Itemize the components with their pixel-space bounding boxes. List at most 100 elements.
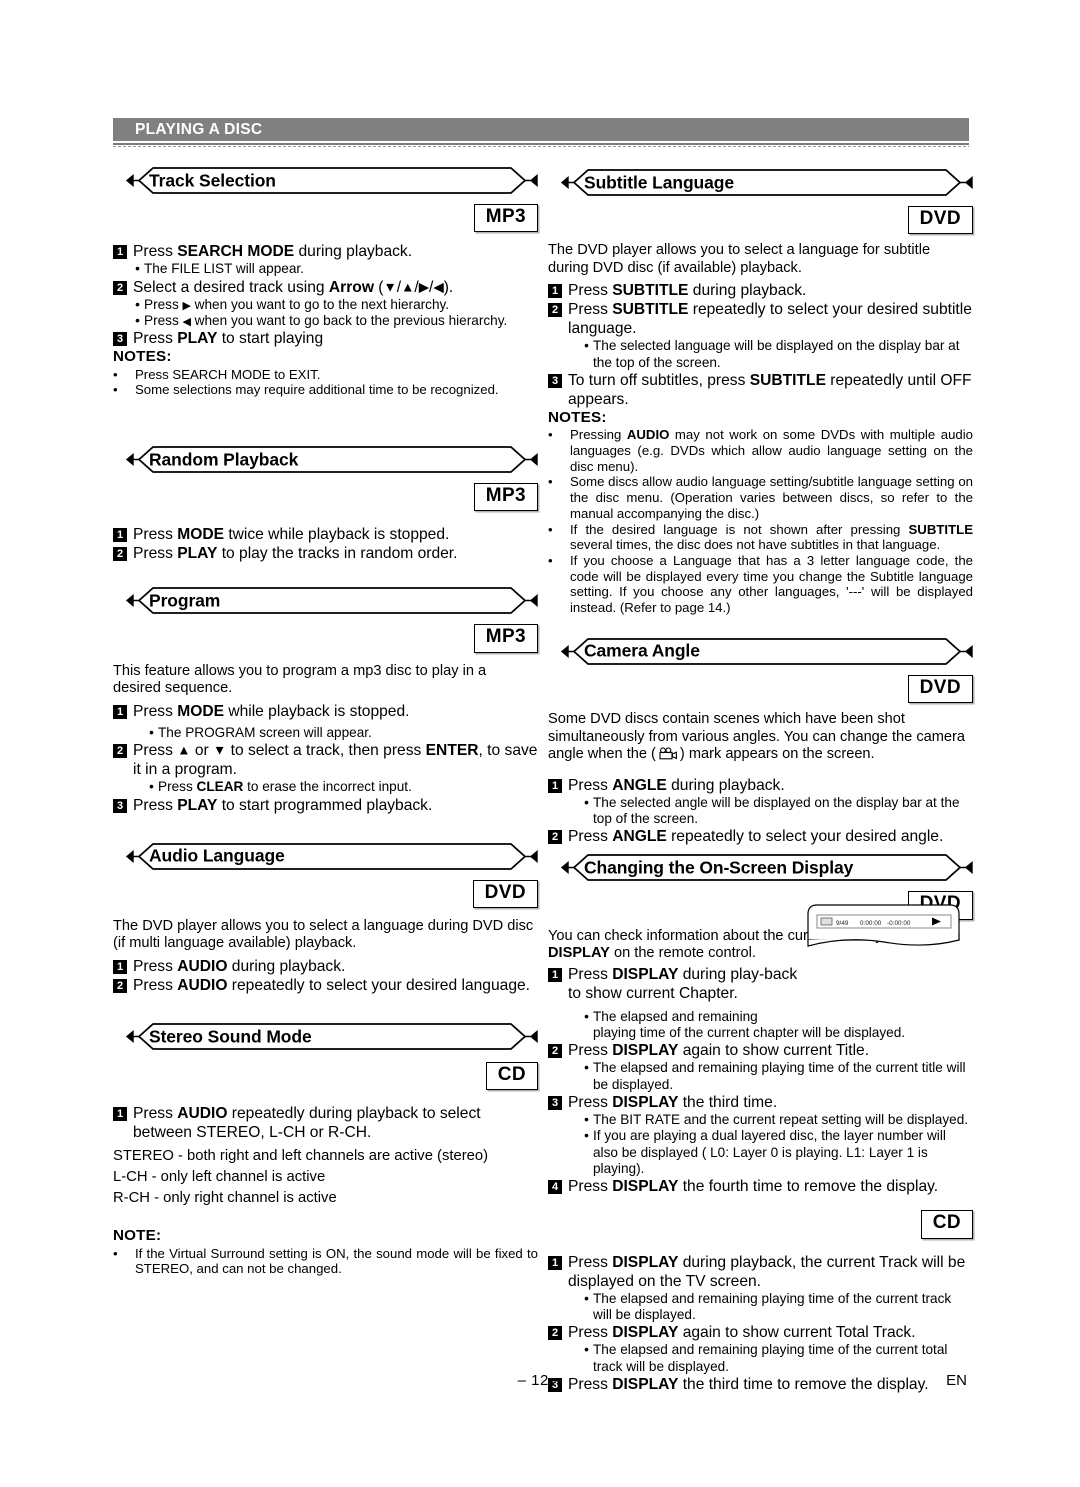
bullet-text: Press ◀ when you want to go back to the … [144,313,508,329]
step-item: 3 Press DISPLAY the third time. [548,1093,973,1112]
step-number: 3 [113,798,127,813]
page-number: – 12 – [517,1372,563,1389]
section-header-stereo-sound-mode: Stereo Sound Mode [113,1021,538,1052]
bullet-text: The selected language will be displayed … [593,338,960,370]
step-number: 1 [113,1107,127,1122]
note-text: Press SEARCH MODE to EXIT. [135,366,321,382]
step-item: 2 Press ANGLE repeatedly to select your … [548,827,973,846]
step-item: 1 Press AUDIO during playback. [113,957,538,976]
step-item: 2 Select a desired track using Arrow (▼/… [113,278,538,297]
step-item: 2 Press PLAY to play the tracks in rando… [113,544,538,563]
step-item: 1 Press MODE while playback is stopped. [113,702,538,721]
step-item: 3 To turn off subtitles, press SUBTITLE … [548,371,973,409]
section-intro: The DVD player allows you to select a la… [113,917,534,952]
bullet-text: playing time of the current chapter will… [593,1025,906,1041]
bullet-item: • The elapsed and remaining playing time… [582,1060,973,1093]
bullet-item: • Press CLEAR to erase the incorrect inp… [147,779,538,795]
step-number: 1 [548,1255,562,1270]
bullet-dot: • [584,1290,589,1306]
step-text: To turn off subtitles, press SUBTITLE re… [568,372,972,409]
bullet-dot: • [135,296,140,312]
step-number: 1 [548,967,562,982]
step-item: 1 Press ANGLE during playback. [548,776,973,795]
note-item: • Some selections may require additional… [113,382,538,398]
note-text: If the Virtual Surround setting is ON, t… [135,1245,538,1277]
step-number: 2 [113,547,127,562]
step-number: 2 [113,978,127,993]
step-text: Press SEARCH MODE during playback. [133,243,413,261]
note-text: If the desired language is not shown aft… [570,521,973,553]
bullet-dot: • [584,1128,589,1144]
section-header-audio-language: Audio Language [113,841,538,872]
step-item: 3 Press PLAY to start playing [113,329,538,348]
bullet-item: • The elapsed and remaining playing time… [582,1342,973,1375]
step-text: Press AUDIO during playback. [133,957,346,975]
step-text: Press PLAY to start programmed playback. [133,796,433,814]
note-text: Some discs allow audio language setting/… [570,474,973,521]
step-number: 2 [548,1044,562,1059]
step-item: 1 Press DISPLAY during play-back to show… [548,965,803,1003]
step-text: Press MODE while playback is stopped. [133,702,410,720]
bullet-item: • The selected language will be displaye… [582,338,973,371]
section-intro: Some DVD discs contain scenes which have… [548,711,973,768]
bullet-text: Press CLEAR to erase the incorrect input… [158,779,412,795]
section-title: Track Selection [149,170,276,190]
step-number: 1 [548,778,562,793]
camera-angle-icon [658,747,678,768]
right-column: Subtitle Language DVD The DVD player all… [548,167,973,1394]
bullet-item: • The elapsed and remaining [582,1009,830,1025]
step-item: 2 Press SUBTITLE repeatedly to select yo… [548,300,973,338]
step-item: 1 Press DISPLAY during playback, the cur… [548,1253,973,1291]
section-title: Program [149,590,221,611]
note-text: If you choose a Language that has a 3 le… [570,552,973,616]
note-item: • Some discs allow audio language settin… [548,474,973,521]
bullet-dot: • [149,724,154,740]
step-number: 1 [113,959,127,974]
disc-badge-mp3: MP3 [473,624,538,653]
step-text: Press PLAY to play the tracks in random … [133,545,458,563]
section-header-random-playback: Random Playback [113,444,538,475]
bullet-dot: • [584,1060,589,1076]
step-number: 2 [548,303,562,318]
step-text: Press MODE twice while playback is stopp… [133,526,450,544]
section-header-track-selection: Track Selection [113,165,538,196]
note-item: • If the Virtual Surround setting is ON,… [113,1246,538,1277]
note-dot: • [548,521,553,537]
step-item: 2 Press DISPLAY again to show current Ti… [548,1041,973,1060]
notes-title: NOTES: [548,409,607,427]
bullet-text: The elapsed and remaining playing time o… [593,1342,948,1374]
step-number: 2 [548,1326,562,1341]
bullet-item: • The PROGRAM screen will appear. [147,725,538,741]
bullet-item: • The FILE LIST will appear. [133,261,538,277]
step-text: Press SUBTITLE during playback. [568,282,807,300]
bullet-item: • Press ◀ when you want to go back to th… [133,313,538,329]
bullet-dot: • [584,1112,589,1128]
step-number: 2 [113,744,127,759]
step-text: Press DISPLAY again to show current Tota… [568,1324,916,1342]
step-number: 2 [113,280,127,295]
bullet-text: The elapsed and remaining [593,1008,758,1024]
bullet-text: The BIT RATE and the current repeat sett… [593,1112,969,1128]
step-number: 1 [548,284,562,299]
bullet-dot: • [584,1008,589,1024]
note-dot: • [548,427,553,443]
note-item: • Pressing AUDIO may not work on some DV… [548,427,973,474]
step-text: Press PLAY to start playing [133,330,324,348]
bullet-item: • The elapsed and remaining playing time… [582,1291,973,1324]
camera-angle-intro-b: ) mark appears on the screen. [679,746,875,763]
step-text: Press DISPLAY during playback, the curre… [568,1253,966,1290]
tv-elapsed-time: 0:00:00 [860,920,882,927]
bullet-dot: • [135,261,140,277]
bullet-item: • playing time of the current chapter wi… [582,1025,973,1041]
disc-badge-dvd: DVD [472,879,538,908]
bullet-text: Press ▶ when you want to go to the next … [144,296,450,312]
section-title: Camera Angle [584,640,700,661]
bullet-dot: • [584,794,589,810]
section-title: Changing the On-Screen Display [584,857,854,878]
mode-line: L-CH - only left channel is active [113,1169,326,1186]
step-number: 4 [548,1180,562,1195]
step-item: 2 Press DISPLAY again to show current To… [548,1323,973,1342]
bullet-item: • If you are playing a dual layered disc… [582,1128,973,1177]
note-dot: • [113,382,118,398]
tv-chapter-counter: 9/49 [836,920,849,927]
